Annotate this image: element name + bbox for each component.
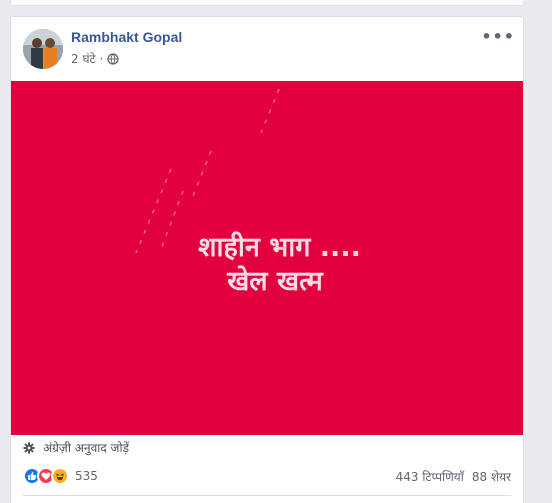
image-text-line-2: खेल खत्म <box>227 266 323 297</box>
previous-post-edge <box>10 0 524 6</box>
gear-icon <box>23 442 35 453</box>
post-image[interactable]: शाहीन भाग .... खेल खत्म <box>11 81 523 435</box>
engagement-stats: 443 टिप्पणियाँ 88 शेयर <box>396 468 511 485</box>
author-name[interactable]: Rambhakt Gopal <box>71 29 182 45</box>
comments-count-link[interactable]: 443 टिप्पणियाँ <box>396 468 464 485</box>
globe-icon[interactable] <box>107 52 120 65</box>
avatar-photo <box>23 29 63 69</box>
add-translation-link[interactable]: अंग्रेज़ी अनुवाद जोड़ें <box>43 439 129 456</box>
divider <box>23 495 511 496</box>
post-time[interactable]: 2 घंटे <box>71 50 96 67</box>
post-meta: 2 घंटे · <box>71 50 120 67</box>
shares-count-link[interactable]: 88 शेयर <box>472 468 511 485</box>
post-card: Rambhakt Gopal 2 घंटे · ••• शाहीन भाग ..… <box>10 16 524 503</box>
reactions-summary[interactable]: 535 <box>23 467 98 485</box>
avatar[interactable] <box>23 29 63 69</box>
more-options-button[interactable]: ••• <box>481 27 515 46</box>
translation-row[interactable]: अंग्रेज़ी अनुवाद जोड़ें <box>23 439 129 456</box>
haha-icon <box>51 467 69 485</box>
post-header: Rambhakt Gopal 2 घंटे · ••• <box>11 17 523 79</box>
dot-separator: · <box>99 51 104 66</box>
reaction-count[interactable]: 535 <box>75 469 98 483</box>
image-text-line-1: शाहीन भाग .... <box>198 232 361 263</box>
